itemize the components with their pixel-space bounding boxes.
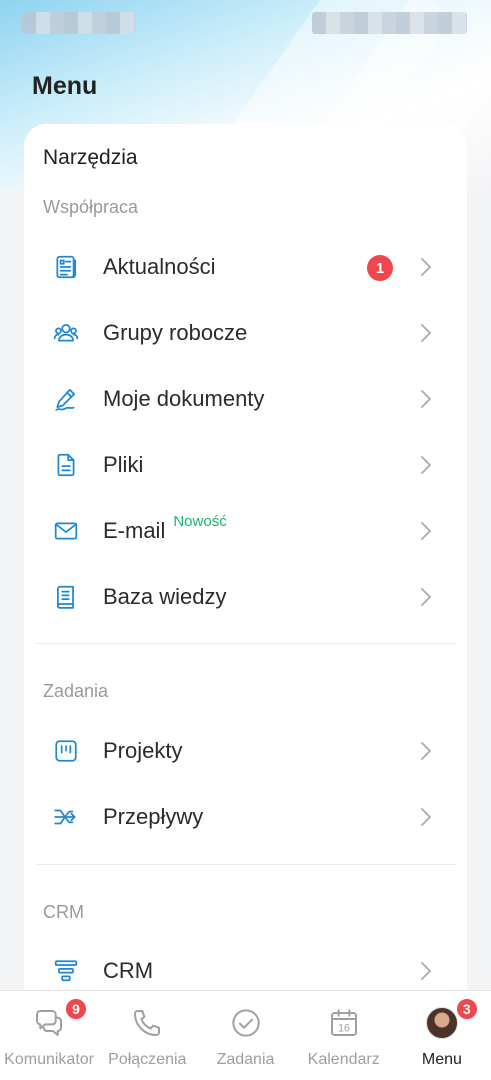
nav-calls[interactable]: Połączenia	[98, 991, 196, 1080]
file-icon	[36, 452, 96, 478]
nav-label: Połączenia	[108, 1051, 187, 1068]
news-icon	[36, 254, 96, 280]
chevron-right-icon	[421, 588, 431, 606]
nav-label: Menu	[421, 1051, 462, 1068]
notification-badge: 1	[367, 255, 393, 281]
phone-icon	[131, 1007, 163, 1039]
chevron-right-icon	[421, 962, 431, 980]
menu-item-label: Projekty	[103, 738, 183, 763]
group-users-icon	[36, 320, 96, 346]
menu-item-news[interactable]: Aktualności 1	[36, 234, 456, 300]
chevron-right-icon	[421, 258, 431, 276]
messenger-badge: 9	[64, 997, 88, 1021]
calendar-icon: 16	[328, 1007, 360, 1039]
menu-item-workgroups[interactable]: Grupy robocze	[36, 300, 456, 366]
status-bar-left-blurred	[22, 12, 135, 34]
nav-tasks[interactable]: Zadania	[196, 991, 294, 1080]
bottom-navigation: 9 Komunikator Połączenia Zadania 16 Kale…	[0, 990, 491, 1080]
nav-label: Kalendarz	[307, 1051, 380, 1068]
check-circle-icon	[230, 1007, 262, 1039]
menu-item-knowledge-base[interactable]: Baza wiedzy	[36, 564, 456, 630]
chevron-right-icon	[421, 324, 431, 342]
menu-item-label: Grupy robocze	[103, 320, 248, 345]
crm-funnel-icon	[36, 958, 96, 984]
user-avatar	[425, 1007, 458, 1039]
chevron-right-icon	[421, 742, 431, 760]
workflow-icon	[36, 804, 96, 830]
menu-item-label: Pliki	[103, 452, 144, 477]
avatar-image	[425, 1007, 458, 1039]
menu-item-files[interactable]: Pliki	[36, 432, 456, 498]
menu-badge: 3	[454, 997, 479, 1021]
envelope-icon	[36, 518, 96, 544]
nav-menu[interactable]: 3 Menu	[393, 991, 491, 1080]
book-icon	[36, 584, 96, 610]
section-divider	[36, 864, 456, 865]
group-label-crm: CRM	[43, 902, 84, 922]
group-label-tasks: Zadania	[43, 681, 109, 701]
pen-sign-icon	[36, 386, 96, 412]
page-title: Menu	[32, 72, 98, 100]
nav-messenger[interactable]: 9 Komunikator	[0, 991, 98, 1080]
menu-item-label: Przepływy	[103, 804, 204, 829]
nav-label: Komunikator	[4, 1051, 94, 1068]
menu-item-label: Moje dokumenty	[103, 386, 265, 411]
section-divider	[36, 643, 456, 644]
chevron-right-icon	[421, 456, 431, 474]
menu-item-workflows[interactable]: Przepływy	[36, 784, 456, 850]
chevron-right-icon	[421, 808, 431, 826]
chevron-right-icon	[421, 390, 431, 408]
menu-item-projects[interactable]: Projekty	[36, 718, 456, 784]
menu-item-label: CRM	[103, 958, 154, 983]
status-bar-right-blurred	[312, 12, 467, 34]
menu-item-label: Aktualności	[103, 254, 216, 279]
chat-bubbles-icon	[33, 1007, 65, 1039]
chevron-right-icon	[421, 522, 431, 540]
menu-item-label: Baza wiedzy	[103, 584, 227, 609]
project-board-icon	[36, 738, 96, 764]
new-feature-tag: Nowość	[173, 512, 227, 530]
calendar-day-number: 16	[338, 1022, 350, 1034]
nav-calendar[interactable]: 16 Kalendarz	[295, 991, 393, 1080]
menu-item-email[interactable]: E-mail Nowość	[36, 498, 456, 564]
section-title-tools: Narzędzia	[43, 146, 138, 169]
menu-item-label: E-mail	[103, 518, 166, 543]
group-label-collaboration: Współpraca	[43, 197, 139, 217]
nav-label: Zadania	[216, 1051, 275, 1068]
menu-item-my-documents[interactable]: Moje dokumenty	[36, 366, 456, 432]
